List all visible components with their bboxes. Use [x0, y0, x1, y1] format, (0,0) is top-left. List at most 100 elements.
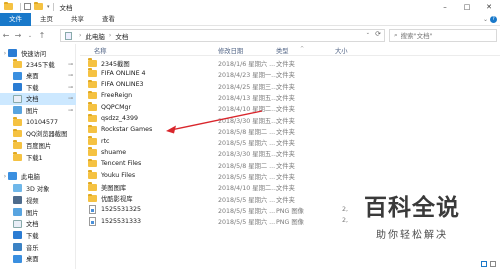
quick-access-dropdown-icon[interactable]: ▾ — [47, 4, 50, 10]
sidebar-item[interactable]: 下载1 — [0, 151, 76, 163]
pictures-icon — [13, 208, 22, 216]
sidebar-item[interactable]: 2345下载 ⊸ — [0, 58, 76, 70]
breadcrumb[interactable]: › 此电脑 › 文档 ⟳ ⌄ — [60, 29, 385, 42]
file-row[interactable]: FreeReign 2018/4/13 星期五... 文件夹 — [80, 90, 500, 102]
search-icon: ⌕ — [394, 31, 398, 39]
file-name: 优酷影视库 — [101, 196, 133, 204]
large-icons-view-icon[interactable] — [490, 261, 496, 267]
column-name[interactable]: 名称 — [94, 46, 107, 55]
sidebar-item[interactable]: 文档 ⊸ — [0, 92, 76, 105]
tab-home[interactable]: 主页 — [31, 13, 62, 26]
close-button[interactable]: ✕ — [478, 0, 500, 13]
new-folder-icon[interactable] — [34, 1, 43, 10]
sidebar-item-label: 图片 — [26, 107, 39, 115]
sidebar-item-label: 下载 — [26, 232, 39, 240]
minimize-button[interactable]: – — [434, 0, 456, 13]
pin-icon[interactable]: ⊸ — [68, 84, 73, 91]
column-date-modified[interactable]: 修改日期 — [218, 46, 243, 55]
tab-view[interactable]: 查看 — [93, 13, 124, 26]
pin-icon[interactable]: ⊸ — [68, 61, 73, 68]
file-name-cell: rtc — [88, 136, 110, 145]
file-type: 文件夹 — [276, 106, 295, 114]
file-name: Rockstar Games — [101, 126, 153, 134]
sidebar-item[interactable]: 音乐 — [0, 241, 76, 253]
file-size: 2, — [342, 205, 349, 213]
file-date: 2018/5/5 星期六 ... — [218, 219, 276, 227]
file-date: 2018/3/30 星期五... — [218, 151, 278, 159]
sidebar-item[interactable]: 百度图片 — [0, 139, 76, 151]
watermark-title: 百科全说 — [364, 195, 460, 221]
chevron-right-icon[interactable]: › — [79, 32, 81, 39]
sidebar-item[interactable]: 10104577 — [0, 116, 76, 128]
file-row[interactable]: Youku Files 2018/5/5 星期六 ... 文件夹 — [80, 170, 500, 181]
sidebar-item[interactable]: › 此电脑 — [0, 170, 76, 182]
sidebar-item[interactable]: 下载 ⊸ — [0, 81, 76, 93]
tab-share[interactable]: 共享 — [62, 13, 93, 26]
expand-ribbon-icon[interactable]: ⌄ — [483, 16, 488, 23]
file-row[interactable]: Tencent Files 2018/5/8 星期二 ... 文件夹 — [80, 158, 500, 170]
tab-file[interactable]: 文件 — [0, 12, 31, 26]
file-type: 文件夹 — [276, 196, 295, 204]
sidebar-item-label: 文档 — [26, 96, 39, 103]
file-name: 美图图库 — [101, 184, 127, 192]
file-row[interactable]: rtc 2018/5/5 星期六 ... 文件夹 — [80, 136, 500, 147]
file-row[interactable]: shuame 2018/3/30 星期五... 文件夹 — [80, 147, 500, 158]
file-row[interactable]: qsdzz_4399 2018/3/30 星期五... 文件夹 — [80, 113, 500, 125]
sort-indicator-icon: ^ — [300, 46, 305, 52]
file-name-cell: 2345截图 — [88, 58, 130, 68]
download-icon — [13, 231, 22, 239]
file-row[interactable]: Rockstar Games 2018/5/8 星期二 ... 文件夹 — [80, 124, 500, 136]
breadcrumb-this-pc[interactable]: 此电脑 — [85, 31, 105, 41]
help-icon[interactable]: ? — [490, 15, 497, 23]
sidebar-item-label: QQ浏览器截图 — [26, 131, 68, 138]
file-size: 2, — [342, 217, 349, 225]
up-icon[interactable]: ↑ — [36, 31, 48, 40]
file-row[interactable]: QQPCMgr 2018/4/10 星期二... 文件夹 — [80, 102, 500, 113]
file-date: 2018/4/25 星期三... — [218, 83, 278, 91]
file-type: 文件夹 — [276, 140, 295, 148]
sidebar-item[interactable]: 桌面 ⊸ — [0, 70, 76, 82]
file-date: 2018/5/5 星期六 ... — [218, 196, 276, 204]
file-name: 1525531325 — [101, 206, 142, 214]
column-size[interactable]: 大小 — [335, 46, 348, 55]
column-type[interactable]: 类型 — [276, 46, 289, 55]
sidebar-item[interactable]: 文档 — [0, 218, 76, 230]
pin-icon[interactable]: ⊸ — [68, 107, 73, 114]
file-date: 2018/1/6 星期六 ... — [218, 61, 276, 68]
recent-locations-icon[interactable]: ⌄ — [24, 33, 36, 39]
pin-icon[interactable]: ⊸ — [68, 72, 73, 79]
folder-icon — [88, 124, 97, 134]
file-name: QQPCMgr — [101, 103, 132, 111]
sidebar-item[interactable]: 图片 — [0, 206, 76, 218]
file-date: 2018/5/5 星期六 ... — [218, 207, 276, 215]
refresh-icon[interactable]: ⟳ — [375, 30, 381, 38]
file-name: rtc — [101, 137, 110, 145]
sidebar-item[interactable]: 下载 — [0, 229, 76, 241]
file-name-cell: FIFA ONLINE3 — [88, 79, 144, 89]
sidebar-item[interactable]: QQ浏览器截图 — [0, 128, 76, 140]
back-icon[interactable]: ← — [0, 31, 12, 40]
breadcrumb-documents[interactable]: 文档 — [115, 31, 128, 41]
folder-icon — [13, 140, 22, 149]
chevron-down-icon[interactable]: ⌄ — [366, 30, 370, 36]
chevron-right-icon[interactable]: › — [109, 32, 111, 39]
pictures-icon — [13, 106, 22, 114]
folder-icon — [88, 90, 97, 100]
file-name-cell: 优酷影视库 — [88, 193, 133, 204]
sidebar-item[interactable]: 图片 ⊸ — [0, 104, 76, 116]
pin-icon[interactable]: ⊸ — [68, 95, 73, 102]
file-row[interactable]: 2345截图 2018/1/6 星期六 ... 文件夹 — [80, 57, 500, 68]
sidebar-item-label: 下载 — [26, 84, 39, 92]
documents-icon — [13, 94, 22, 103]
download-icon — [13, 83, 22, 91]
file-row[interactable]: FIFA ONLINE3 2018/4/25 星期三... 文件夹 — [80, 79, 500, 91]
sidebar-item[interactable]: 视频 — [0, 194, 76, 206]
search-input[interactable] — [400, 31, 491, 40]
properties-icon[interactable] — [24, 3, 31, 10]
file-name-cell: qsdzz_4399 — [88, 113, 138, 122]
details-view-icon[interactable] — [481, 261, 487, 267]
file-row[interactable]: FIFA ONLINE 4 2018/4/23 星期一... 文件夹 — [80, 68, 500, 79]
forward-icon[interactable]: → — [12, 31, 24, 40]
sidebar-item[interactable]: 3D 对象 — [0, 182, 76, 194]
maximize-button[interactable]: □ — [456, 0, 478, 13]
